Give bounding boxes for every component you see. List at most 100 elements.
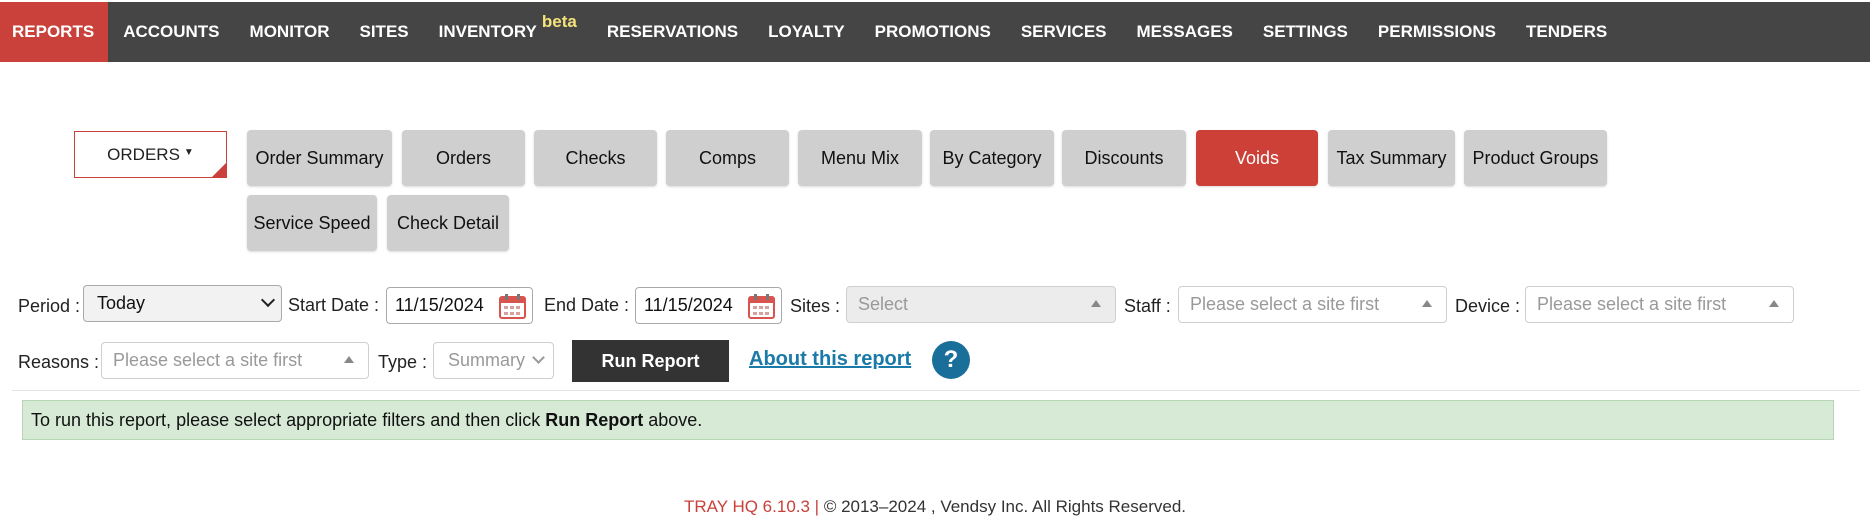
about-report-link[interactable]: About this report [749, 348, 911, 371]
tab-label: Checks [565, 147, 626, 168]
chevron-down-icon [260, 292, 276, 308]
nav-reservations[interactable]: RESERVATIONS [592, 2, 753, 62]
nav-sites[interactable]: SITES [345, 2, 424, 62]
type-label: Type : [378, 352, 428, 372]
footer-brand: TRAY HQ 6.10.3 | [683, 497, 820, 516]
reasons-label: Reasons : [18, 352, 100, 372]
tab-label: Orders [435, 147, 491, 168]
device-select[interactable]: Please select a site first [1525, 286, 1794, 323]
nav-label: PROMOTIONS [874, 22, 991, 41]
nav-accounts[interactable]: ACCOUNTS [108, 2, 234, 62]
calendar-icon[interactable] [499, 294, 526, 319]
tab-checks[interactable]: Checks [534, 130, 657, 186]
nav-label: SERVICES [1020, 22, 1107, 41]
caret-up-icon [1769, 300, 1779, 307]
run-report-label: Run Report [601, 350, 700, 371]
info-notice: To run this report, please select approp… [22, 400, 1834, 440]
nav-inventory[interactable]: INVENTORY beta [424, 2, 592, 62]
tab-label: Discounts [1084, 147, 1164, 168]
device-label: Device : [1455, 296, 1521, 316]
help-icon[interactable]: ? [932, 341, 970, 379]
tab-label: Tax Summary [1336, 147, 1447, 168]
tab-label: Menu Mix [820, 147, 900, 168]
nav-label: SITES [359, 22, 409, 41]
tab-tax-summary[interactable]: Tax Summary [1328, 130, 1455, 186]
caret-up-icon [1091, 300, 1101, 307]
nav-label: PERMISSIONS [1377, 22, 1496, 41]
tab-by-category[interactable]: By Category [930, 130, 1054, 186]
nav-label: SETTINGS [1262, 22, 1348, 41]
type-select[interactable]: Summary [433, 342, 554, 379]
run-report-button[interactable]: Run Report [572, 340, 729, 382]
top-nav: REPORTS ACCOUNTS MONITOR SITES INVENTORY… [0, 2, 1870, 62]
end-date-label: End Date : [544, 295, 630, 315]
nav-permissions[interactable]: PERMISSIONS [1363, 2, 1511, 62]
nav-label: TENDERS [1525, 22, 1608, 41]
nav-label: REPORTS [12, 22, 95, 41]
start-date-field[interactable]: 11/15/2024 [386, 287, 533, 324]
tab-menu-mix[interactable]: Menu Mix [798, 130, 922, 186]
nav-label: MESSAGES [1136, 22, 1233, 41]
nav-label: RESERVATIONS [606, 22, 739, 41]
divider [12, 390, 1860, 391]
nav-tenders[interactable]: TENDERS [1511, 2, 1622, 62]
tab-label: Service Speed [253, 212, 371, 233]
tab-check-detail[interactable]: Check Detail [387, 195, 509, 251]
calendar-icon[interactable] [748, 294, 775, 319]
notice-suffix: above. [643, 409, 703, 430]
nav-promotions[interactable]: PROMOTIONS [860, 2, 1006, 62]
nav-monitor[interactable]: MONITOR [235, 2, 345, 62]
staff-select[interactable]: Please select a site first [1178, 286, 1447, 323]
nav-label: ACCOUNTS [123, 22, 220, 41]
tab-label: Comps [698, 147, 756, 168]
caret-down-icon: ▼ [183, 147, 194, 158]
notice-bold: Run Report [545, 409, 644, 430]
footer: TRAY HQ 6.10.3 | © 2013–2024 , Vendsy In… [0, 497, 1870, 517]
reasons-placeholder: Please select a site first [113, 350, 303, 370]
device-placeholder: Please select a site first [1537, 294, 1727, 314]
tab-order-summary[interactable]: Order Summary [247, 130, 392, 186]
nav-messages[interactable]: MESSAGES [1122, 2, 1248, 62]
nav-label: LOYALTY [768, 22, 845, 41]
tab-voids[interactable]: Voids [1196, 130, 1318, 186]
tab-label: Order Summary [255, 147, 384, 168]
nav-reports[interactable]: REPORTS [0, 2, 109, 62]
end-date-field[interactable]: 11/15/2024 [635, 287, 782, 324]
start-date-value: 11/15/2024 [395, 295, 484, 315]
nav-label: INVENTORY [438, 22, 537, 41]
staff-placeholder: Please select a site first [1190, 294, 1380, 314]
caret-up-icon [1422, 300, 1432, 307]
sites-label: Sites : [790, 296, 841, 316]
corner-marker [212, 163, 226, 177]
tab-label: Check Detail [396, 212, 500, 233]
start-date-label: Start Date : [288, 295, 380, 315]
nav-services[interactable]: SERVICES [1006, 2, 1122, 62]
footer-copyright: © 2013–2024 , Vendsy Inc. All Rights Res… [819, 497, 1187, 516]
caret-up-icon [344, 356, 354, 363]
nav-loyalty[interactable]: LOYALTY [753, 2, 860, 62]
tab-label: Voids [1234, 147, 1280, 168]
help-symbol: ? [943, 346, 959, 373]
sites-placeholder: Select [858, 294, 909, 314]
report-group-label: ORDERS [107, 144, 180, 164]
tab-discounts[interactable]: Discounts [1062, 130, 1186, 186]
tab-comps[interactable]: Comps [666, 130, 789, 186]
type-value: Summary [448, 350, 526, 370]
tab-service-speed[interactable]: Service Speed [247, 195, 377, 251]
sites-select[interactable]: Select [846, 286, 1116, 323]
reasons-select[interactable]: Please select a site first [101, 342, 369, 379]
nav-label: MONITOR [249, 22, 330, 41]
end-date-value: 11/15/2024 [644, 295, 733, 315]
tab-orders[interactable]: Orders [402, 130, 525, 186]
period-label: Period : [18, 296, 81, 316]
tab-product-groups[interactable]: Product Groups [1464, 130, 1607, 186]
tab-label: Product Groups [1472, 147, 1599, 168]
period-value: Today [97, 293, 146, 313]
beta-badge: beta [541, 12, 577, 31]
tab-label: By Category [942, 147, 1042, 168]
chevron-down-icon [532, 351, 545, 364]
period-select[interactable]: Today [83, 285, 282, 322]
report-group-dropdown[interactable]: ORDERS ▼ [74, 131, 227, 178]
staff-label: Staff : [1124, 296, 1171, 316]
nav-settings[interactable]: SETTINGS [1248, 2, 1363, 62]
